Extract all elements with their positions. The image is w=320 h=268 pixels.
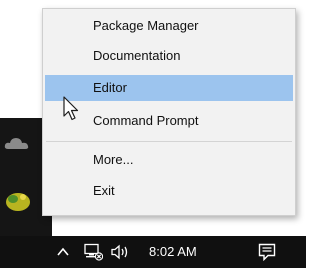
menu-separator <box>46 141 292 142</box>
cloud-icon[interactable] <box>4 136 30 150</box>
menu-item-documentation[interactable]: Documentation <box>45 43 293 69</box>
menu-item-more[interactable]: More... <box>45 147 293 173</box>
menu-item-package-manager[interactable]: Package Manager <box>45 13 293 39</box>
taskbar: 8:02 AM <box>0 236 306 268</box>
notification-icon[interactable] <box>258 243 276 261</box>
shell-icon[interactable] <box>4 188 32 212</box>
menu-item-editor[interactable]: Editor <box>45 75 293 101</box>
menu-item-exit[interactable]: Exit <box>45 178 293 204</box>
network-icon[interactable] <box>83 243 103 261</box>
volume-icon[interactable] <box>110 243 132 261</box>
mouse-cursor-icon <box>63 96 79 121</box>
menu-item-command-prompt[interactable]: Command Prompt <box>45 108 293 134</box>
clock-time[interactable]: 8:02 AM <box>149 244 197 260</box>
chevron-up-icon[interactable] <box>55 244 71 260</box>
